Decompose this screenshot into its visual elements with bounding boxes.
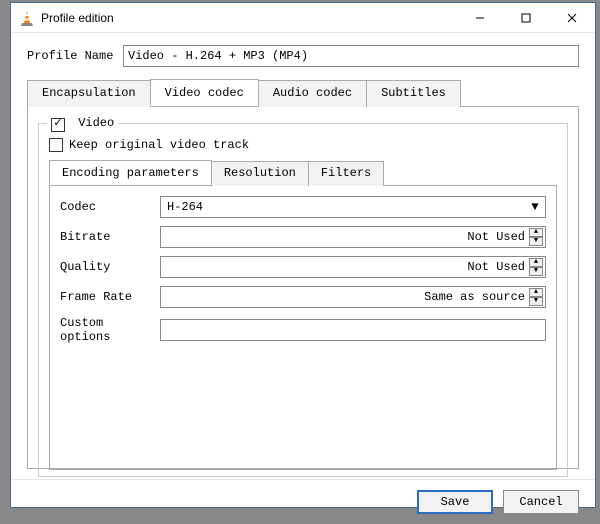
window-title: Profile edition bbox=[41, 11, 457, 25]
video-group-title: ✓ Video bbox=[47, 116, 118, 132]
content-area: Profile Name Encapsulation Video codec A… bbox=[11, 33, 595, 479]
profile-name-row: Profile Name bbox=[27, 45, 579, 67]
bitrate-spinner[interactable]: Not Used ▲ ▼ bbox=[160, 226, 546, 248]
video-checkbox-label: Video bbox=[78, 116, 114, 130]
minimize-icon bbox=[475, 13, 485, 23]
keep-original-row: Keep original video track bbox=[49, 138, 557, 152]
bitrate-row: Bitrate Not Used ▲ ▼ bbox=[60, 226, 546, 248]
custom-options-label: Custom options bbox=[60, 316, 160, 344]
quality-up-button[interactable]: ▲ bbox=[529, 258, 543, 267]
keep-original-label: Keep original video track bbox=[69, 138, 249, 152]
tab-encapsulation[interactable]: Encapsulation bbox=[27, 80, 151, 107]
vlc-icon bbox=[19, 10, 35, 26]
maximize-button[interactable] bbox=[503, 3, 549, 32]
framerate-row: Frame Rate Same as source ▲ ▼ bbox=[60, 286, 546, 308]
video-codec-panel: ✓ Video Keep original video track Encodi… bbox=[27, 107, 579, 469]
framerate-value: Same as source bbox=[167, 290, 529, 304]
tab-subtitles[interactable]: Subtitles bbox=[366, 80, 461, 107]
titlebar: Profile edition bbox=[11, 3, 595, 33]
custom-options-input[interactable] bbox=[160, 319, 546, 341]
save-button[interactable]: Save bbox=[417, 490, 493, 514]
encoding-tabstrip: Encoding parameters Resolution Filters bbox=[49, 160, 557, 186]
quality-value: Not Used bbox=[167, 260, 529, 274]
codec-combo[interactable]: H-264 ▼ bbox=[160, 196, 546, 218]
framerate-up-button[interactable]: ▲ bbox=[529, 288, 543, 297]
bitrate-label: Bitrate bbox=[60, 230, 160, 244]
quality-row: Quality Not Used ▲ ▼ bbox=[60, 256, 546, 278]
video-groupbox: ✓ Video Keep original video track Encodi… bbox=[38, 123, 568, 477]
keep-original-checkbox[interactable] bbox=[49, 138, 63, 152]
bitrate-spin-buttons: ▲ ▼ bbox=[529, 228, 543, 246]
encoding-parameters-panel: Codec H-264 ▼ Bitrate Not Used ▲ ▼ bbox=[49, 186, 557, 470]
codec-value: H-264 bbox=[167, 200, 527, 214]
window-buttons bbox=[457, 3, 595, 32]
custom-options-row: Custom options bbox=[60, 316, 546, 344]
tab-resolution[interactable]: Resolution bbox=[211, 161, 309, 186]
close-icon bbox=[567, 13, 577, 23]
tab-encoding-parameters[interactable]: Encoding parameters bbox=[49, 160, 212, 185]
video-checkbox[interactable]: ✓ bbox=[51, 118, 65, 132]
quality-label: Quality bbox=[60, 260, 160, 274]
dialog-window: Profile edition Profile Name Encapsulati… bbox=[10, 2, 596, 508]
tab-video-codec[interactable]: Video codec bbox=[150, 79, 259, 106]
dialog-footer: Save Cancel bbox=[11, 479, 595, 524]
codec-row: Codec H-264 ▼ bbox=[60, 196, 546, 218]
codec-label: Codec bbox=[60, 200, 160, 214]
framerate-label: Frame Rate bbox=[60, 290, 160, 304]
framerate-down-button[interactable]: ▼ bbox=[529, 297, 543, 306]
bitrate-up-button[interactable]: ▲ bbox=[529, 228, 543, 237]
close-button[interactable] bbox=[549, 3, 595, 32]
framerate-spin-buttons: ▲ ▼ bbox=[529, 288, 543, 306]
quality-down-button[interactable]: ▼ bbox=[529, 267, 543, 276]
tab-audio-codec[interactable]: Audio codec bbox=[258, 80, 367, 107]
profile-name-input[interactable] bbox=[123, 45, 579, 67]
quality-spin-buttons: ▲ ▼ bbox=[529, 258, 543, 276]
minimize-button[interactable] bbox=[457, 3, 503, 32]
main-tabstrip: Encapsulation Video codec Audio codec Su… bbox=[27, 79, 579, 107]
framerate-spinner[interactable]: Same as source ▲ ▼ bbox=[160, 286, 546, 308]
bitrate-value: Not Used bbox=[167, 230, 529, 244]
cancel-button[interactable]: Cancel bbox=[503, 490, 579, 514]
maximize-icon bbox=[521, 13, 531, 23]
profile-name-label: Profile Name bbox=[27, 49, 123, 63]
quality-spinner[interactable]: Not Used ▲ ▼ bbox=[160, 256, 546, 278]
tab-filters[interactable]: Filters bbox=[308, 161, 384, 186]
bitrate-down-button[interactable]: ▼ bbox=[529, 237, 543, 246]
chevron-down-icon: ▼ bbox=[527, 200, 543, 214]
